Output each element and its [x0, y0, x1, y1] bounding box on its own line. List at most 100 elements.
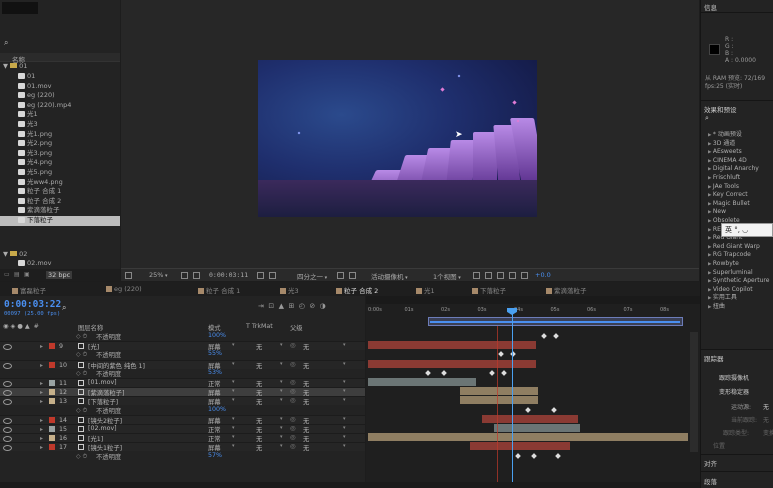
comp-tab[interactable]: 光1 — [416, 285, 435, 295]
stopwatch-icon[interactable]: ◇ ⏱ — [76, 333, 87, 341]
keyframe[interactable] — [551, 406, 557, 413]
effect-category[interactable]: * 动画预设 — [701, 131, 773, 140]
visibility-eye-icon[interactable] — [3, 444, 12, 452]
project-item[interactable]: 下落粒子 — [0, 215, 120, 226]
comp-tab[interactable]: 紫滴落粒子 — [546, 285, 587, 295]
twirl-down-icon[interactable]: ▸ — [40, 444, 43, 451]
timeline-icon[interactable] — [497, 272, 504, 279]
twirl-down-icon[interactable]: ▸ — [40, 417, 43, 424]
keyframe[interactable] — [425, 369, 431, 376]
zoom-dropdown[interactable]: 25% — [149, 271, 168, 279]
bpc-button[interactable]: 32 bpc — [46, 271, 73, 279]
layer-duration-bar[interactable] — [470, 442, 570, 451]
effect-category[interactable]: Red Giant Warp — [701, 243, 773, 252]
layer-duration-bar[interactable] — [460, 396, 538, 405]
exposure-value[interactable]: +0.0 — [535, 271, 551, 279]
keyframe[interactable] — [515, 452, 521, 459]
project-item[interactable]: 光5.png — [0, 168, 120, 178]
property-row[interactable]: ◇ ⏱ 不透明度 53% — [0, 369, 365, 378]
parent-header[interactable]: 父级 — [290, 323, 303, 332]
visibility-eye-icon[interactable] — [3, 362, 12, 369]
fast-previews-icon[interactable] — [485, 272, 492, 279]
current-track-value[interactable]: 无 — [763, 415, 769, 424]
project-item[interactable]: 光1.png — [0, 130, 120, 140]
pick-whip-icon[interactable]: ◎ — [290, 443, 296, 450]
warp-stabilizer-button[interactable]: 变形稳定器 — [719, 387, 749, 396]
twirl-down-icon[interactable]: ▸ — [40, 426, 43, 433]
composition-viewer[interactable]: ➤ — [121, 0, 699, 268]
label-color-swatch[interactable] — [49, 444, 55, 451]
project-item[interactable]: eg (220).mp4 — [0, 101, 120, 111]
property-row[interactable]: ◇ ⏱ 不透明度 100% — [0, 406, 365, 415]
label-color-swatch[interactable] — [49, 435, 55, 442]
new-folder-icon[interactable]: ▤ — [14, 271, 20, 278]
layer-row[interactable]: ▸15[02.mov]正常无无◎ — [0, 424, 365, 434]
twirl-down-icon[interactable]: ▸ — [40, 362, 43, 369]
new-comp-icon[interactable]: ▣ — [24, 271, 30, 278]
time-navigator[interactable] — [366, 296, 700, 304]
comp-tab[interactable]: 富磊粒子 — [12, 285, 46, 295]
stopwatch-icon[interactable]: ◇ ⏱ — [76, 407, 87, 415]
search-icon[interactable]: ⌕ — [705, 114, 709, 123]
project-item[interactable]: 光ww4.png — [0, 178, 120, 188]
effect-category[interactable]: 3D 通道 — [701, 140, 773, 149]
show-channel-icon[interactable] — [269, 272, 276, 279]
effect-category[interactable]: Digital Anarchy — [701, 165, 773, 174]
views-dropdown[interactable]: 1个视图 — [433, 271, 461, 281]
mode-header[interactable]: 模式 — [208, 323, 221, 332]
keyframe[interactable] — [501, 369, 507, 376]
stopwatch-icon[interactable]: ◇ ⏱ — [76, 370, 87, 378]
twirl-down-icon[interactable]: ▸ — [40, 380, 43, 387]
project-item[interactable]: eg (220) — [0, 91, 120, 101]
project-item[interactable]: 01 — [0, 72, 120, 82]
transparency-grid-icon[interactable] — [349, 272, 356, 279]
label-color-swatch[interactable] — [49, 398, 55, 405]
layer-row[interactable]: ▸9[光]屏幕无无◎ — [0, 341, 365, 351]
property-value[interactable]: 57% — [208, 452, 222, 459]
project-item[interactable]: 光4.png — [0, 158, 120, 168]
layer-name[interactable]: [02.mov] — [88, 425, 117, 432]
layer-duration-bar[interactable] — [460, 387, 538, 396]
comp-tab[interactable]: 光3 — [280, 285, 299, 295]
search-icon[interactable]: ⌕ — [4, 38, 8, 48]
property-row[interactable]: ◇ ⏱ 不透明度 57% — [0, 452, 365, 461]
layer-row[interactable]: ▸10[中间的紫色 纯色 1]屏幕无无◎ — [0, 359, 365, 370]
layer-row[interactable]: ▸11[01.mov]正常无无◎ — [0, 378, 365, 388]
pick-whip-icon[interactable]: ◎ — [290, 388, 296, 395]
project-item[interactable]: 光3 — [0, 120, 120, 130]
pick-whip-icon[interactable]: ◎ — [290, 416, 296, 423]
position-checkbox[interactable]: 位置 — [713, 441, 725, 450]
effect-category[interactable]: Video Copilot — [701, 286, 773, 295]
layer-row[interactable]: ▸16[光1]正常无无◎ — [0, 433, 365, 443]
effect-category[interactable]: JAe Tools — [701, 183, 773, 192]
comp-tab[interactable]: 粒子 合成 1 — [198, 285, 240, 295]
layer-row[interactable]: ▸12[紫滴落粒子]屏幕无无◎ — [0, 387, 365, 397]
resolution-dropdown[interactable]: 四分之一 — [297, 271, 327, 281]
layer-duration-bar[interactable] — [368, 433, 688, 442]
twirl-down-icon[interactable]: ▸ — [40, 398, 43, 405]
visibility-eye-icon[interactable] — [3, 389, 12, 397]
effect-category[interactable]: Synthetic Aperture — [701, 277, 773, 286]
pick-whip-icon[interactable]: ◎ — [290, 342, 296, 349]
track-type-value[interactable]: 变换 — [763, 428, 773, 437]
current-time-indicator[interactable] — [512, 309, 513, 488]
ime-toolbar[interactable]: 英 °, ◡ — [721, 223, 773, 237]
pick-whip-icon[interactable]: ◎ — [290, 379, 296, 386]
project-item[interactable]: 光1 — [0, 110, 120, 120]
keyframe[interactable] — [489, 369, 495, 376]
effect-category[interactable]: Rowbyte — [701, 260, 773, 269]
visibility-eye-icon[interactable] — [3, 417, 12, 424]
project-folder-top[interactable]: ▼ 01 — [0, 62, 120, 72]
layer-duration-bar[interactable] — [368, 359, 536, 368]
effect-category[interactable]: Frischluft — [701, 174, 773, 183]
comp-tab[interactable]: 下落粒子 — [472, 285, 506, 295]
twirl-down-icon[interactable]: ▸ — [40, 389, 43, 396]
current-time-indicator-head[interactable] — [507, 308, 517, 315]
layer-row[interactable]: ▸17[镜头1粒子]屏幕无无◎ — [0, 442, 365, 452]
timeline-timecode[interactable]: 0:00:03:22 — [4, 299, 61, 310]
project-item[interactable]: 光2.png — [0, 139, 120, 149]
timeline-graph-panel[interactable]: 0:00s 01s 02s 03s 04s 05s 06s 07s 08s — [366, 296, 700, 488]
grid-icon[interactable] — [193, 272, 200, 279]
layer-duration-bar[interactable] — [368, 378, 476, 386]
keyframe[interactable] — [531, 452, 537, 459]
